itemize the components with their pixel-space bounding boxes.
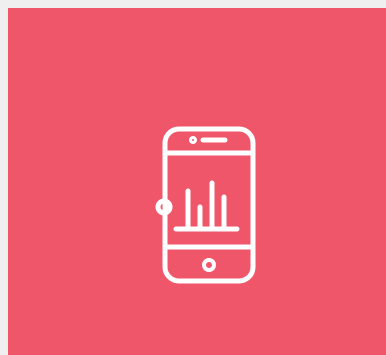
smartphone-analytics-svg bbox=[155, 126, 256, 284]
camera-dot bbox=[189, 136, 197, 144]
home-button bbox=[202, 258, 216, 272]
feature-tile bbox=[8, 8, 386, 355]
smartphone-analytics-icon bbox=[153, 125, 263, 287]
